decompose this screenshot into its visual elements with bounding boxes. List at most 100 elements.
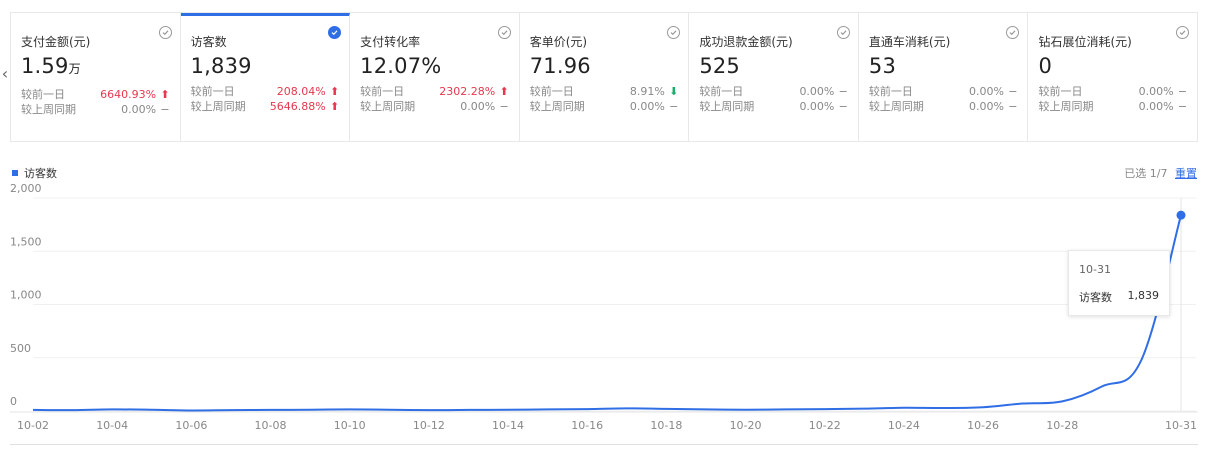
metric-value: 525 (699, 53, 848, 79)
data-point[interactable] (1021, 402, 1025, 406)
comparison-value: 0.00% − (799, 100, 847, 114)
comparison-row: 较上周同期 0.00% − (360, 100, 509, 114)
data-point[interactable] (348, 407, 352, 411)
comparison-percent: 0.00% (969, 100, 1004, 113)
metric-value: 12.07% (360, 53, 509, 79)
comparison-value: 0.00% − (1139, 100, 1187, 114)
selection-count: 已选 1/7 (1124, 167, 1168, 180)
dash-icon: − (1008, 100, 1018, 113)
dash-icon: − (499, 100, 509, 113)
x-tick-label: 10-22 (809, 419, 841, 432)
data-point[interactable] (1139, 358, 1143, 362)
dashboard: ‹ 支付金额(元) 1.59万 较前一日 6640.93% ⬆ 较上周同期 0.00% −… (0, 0, 1209, 451)
data-point[interactable] (1100, 385, 1104, 389)
comparison-value: 5646.88% ⬆ (270, 100, 339, 114)
reset-link[interactable]: 重置 (1175, 167, 1197, 180)
metric-label: 客单价(元) (529, 35, 588, 49)
check-circle-icon[interactable] (158, 26, 172, 39)
metric-label: 支付转化率 (360, 35, 421, 49)
data-point[interactable] (783, 407, 787, 411)
metric-value: 71.96 (530, 53, 679, 79)
comparison-percent: 0.00% (121, 103, 157, 116)
dash-icon: − (669, 100, 679, 113)
metric-value-number: 1,839 (190, 54, 252, 78)
x-tick-label: 10-10 (334, 419, 366, 432)
check-circle-icon[interactable] (1176, 26, 1190, 39)
data-point[interactable] (427, 408, 431, 412)
tooltip-date: 10-31 (1079, 263, 1111, 276)
comparison-percent: 6640.93% (100, 88, 157, 101)
tooltip-series: 访客数 (1079, 291, 1112, 304)
metric-card[interactable]: 访客数 1,839 较前一日 208.04% ⬆ 较上周同期 5646.88% ⬆ (180, 13, 351, 141)
metric-card[interactable]: 支付金额(元) 1.59万 较前一日 6640.93% ⬆ 较上周同期 0.00% − (11, 13, 181, 141)
x-tick-label: 10-04 (96, 419, 128, 432)
x-tick-label: 10-08 (255, 419, 287, 432)
metric-card[interactable]: 客单价(元) 71.96 较前一日 8.91% ⬇ 较上周同期 0.00% − (520, 13, 690, 141)
data-point[interactable] (862, 407, 866, 411)
data-point[interactable] (625, 406, 629, 410)
metric-card[interactable]: 直通车消耗(元) 53 较前一日 0.00% − 较上周同期 0.00% − (859, 13, 1029, 141)
comparison-label: 较前一日 (190, 85, 235, 98)
data-point[interactable] (823, 407, 827, 411)
comparison-value: 6640.93% ⬆ (100, 88, 169, 102)
data-point[interactable] (466, 408, 470, 412)
check-circle-icon[interactable] (1006, 26, 1020, 39)
comparison-percent: 0.00% (799, 100, 835, 113)
data-point[interactable] (1176, 210, 1186, 220)
metric-card[interactable]: 钻石展位消耗(元) 0 较前一日 0.00% − 较上周同期 0.00% − (1028, 13, 1197, 141)
data-point[interactable] (269, 408, 273, 412)
data-point[interactable] (31, 408, 35, 412)
x-tick-label: 10-14 (492, 419, 524, 432)
x-tick-label: 10-31 (1165, 419, 1197, 432)
metric-label: 钻石展位消耗(元) (1038, 35, 1132, 49)
data-point[interactable] (585, 407, 589, 411)
check-circle-icon[interactable] (667, 26, 681, 39)
dash-icon: − (1177, 100, 1188, 113)
data-point[interactable] (229, 408, 233, 412)
comparison-label: 较前一日 (21, 88, 65, 101)
comparison-row: 较前一日 6640.93% ⬆ (21, 88, 170, 102)
comparison-row: 较上周同期 0.00% − (1038, 100, 1187, 114)
comparison-value: 8.91% ⬇ (630, 85, 678, 99)
comparison-label: 较上周同期 (868, 100, 924, 113)
comparison-value: 0.00% − (799, 85, 847, 99)
data-point[interactable] (150, 408, 154, 412)
metric-label: 支付金额(元) (21, 35, 91, 49)
metric-card[interactable]: 支付转化率 12.07% 较前一日 2302.28% ⬆ 较上周同期 0.00% − (350, 13, 520, 141)
data-point[interactable] (744, 408, 748, 412)
comparison-label: 较上周同期 (699, 100, 755, 113)
dash-icon: − (838, 85, 848, 98)
comparison-percent: 0.00% (1138, 100, 1174, 113)
comparison-value: 0.00% − (630, 100, 678, 114)
x-tick-label: 10-12 (413, 419, 445, 432)
metric-label: 访客数 (190, 35, 227, 49)
data-point[interactable] (308, 408, 312, 412)
comparison-percent: 8.91% (629, 85, 665, 98)
check-circle-icon[interactable] (328, 26, 342, 39)
arrow-up-icon: ⬆ (499, 85, 509, 98)
x-tick-label: 10-24 (888, 419, 920, 432)
data-point[interactable] (546, 407, 550, 411)
data-point[interactable] (664, 407, 668, 411)
data-point[interactable] (981, 405, 985, 409)
metric-label: 直通车消耗(元) (868, 35, 951, 49)
data-point[interactable] (506, 408, 510, 412)
data-point[interactable] (71, 408, 75, 412)
data-point[interactable] (941, 406, 945, 410)
data-point[interactable] (704, 407, 708, 411)
comparison-label: 较上周同期 (360, 100, 416, 113)
data-point[interactable] (110, 407, 114, 411)
data-point[interactable] (902, 406, 906, 410)
data-point[interactable] (1060, 399, 1064, 403)
metric-value: 1,839 (191, 53, 340, 79)
comparison-label: 较上周同期 (1038, 100, 1094, 113)
check-circle-icon[interactable] (836, 26, 850, 39)
data-point[interactable] (189, 408, 193, 412)
check-circle-icon[interactable] (497, 26, 511, 39)
prev-arrow-icon[interactable]: ‹ (0, 64, 10, 83)
comparison-label: 较上周同期 (529, 100, 585, 113)
comparison-label: 较前一日 (360, 85, 405, 98)
data-point[interactable] (387, 408, 391, 412)
comparison-percent: 0.00% (460, 100, 496, 113)
metric-card[interactable]: 成功退款金额(元) 525 较前一日 0.00% − 较上周同期 0.00% − (689, 13, 859, 141)
